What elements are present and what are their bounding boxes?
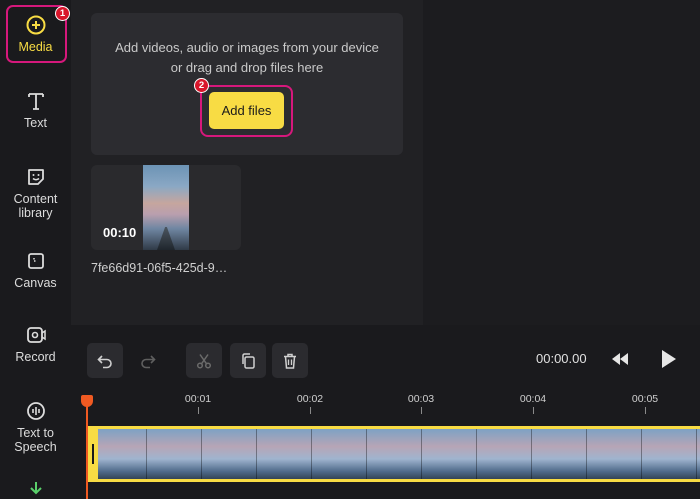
download-icon: [29, 482, 42, 495]
sidebar: Media 1 Text Content library Canvas Reco…: [0, 0, 71, 499]
ruler-tick-label: 00:04: [519, 393, 547, 405]
play-icon: [662, 350, 676, 368]
canvas-icon: [27, 253, 44, 269]
delete-button[interactable]: [272, 343, 308, 378]
playhead-handle[interactable]: [81, 395, 93, 407]
redo-icon: [141, 354, 156, 368]
cut-button[interactable]: [186, 343, 222, 378]
media-file-name: 7fe66d91-06f5-425d-9…: [91, 261, 228, 275]
sidebar-item-record[interactable]: Record: [0, 324, 71, 364]
sidebar-item-label: Content library: [13, 192, 58, 220]
sidebar-item-download[interactable]: [0, 480, 71, 498]
upload-line-1: Add videos, audio or images from your de…: [115, 40, 379, 55]
sidebar-item-text-to-speech[interactable]: Text to Speech: [0, 400, 71, 454]
sidebar-item-label: Media: [18, 40, 53, 54]
annotation-badge: 1: [55, 6, 70, 21]
sidebar-item-label: Text to Speech: [14, 426, 57, 454]
sidebar-item-text[interactable]: Text: [0, 90, 71, 130]
timeline-clip[interactable]: [88, 426, 700, 482]
annotation-badge: 2: [194, 78, 209, 93]
ruler-tick-label: 00:05: [631, 393, 659, 405]
timeline-ruler[interactable]: [71, 391, 700, 415]
record-icon: [26, 327, 46, 343]
undo-button[interactable]: [87, 343, 123, 378]
media-duration: 00:10: [103, 225, 137, 240]
rewind-icon: [612, 353, 628, 365]
trash-icon: [284, 353, 296, 369]
add-files-button[interactable]: Add files: [209, 92, 284, 129]
speech-icon: [26, 402, 45, 420]
copy-button[interactable]: [230, 343, 266, 378]
sidebar-item-label: Canvas: [14, 276, 57, 290]
ruler-tick-label: 00:02: [296, 393, 324, 405]
copy-icon: [242, 352, 255, 369]
ruler-tick: [421, 407, 422, 414]
ruler-tick: [533, 407, 534, 414]
playhead-line: [86, 405, 88, 499]
plus-circle-icon: [26, 15, 45, 35]
upload-line-2: or drag and drop files here: [170, 60, 324, 75]
sidebar-item-canvas[interactable]: Canvas: [0, 250, 71, 290]
preview-area: [423, 0, 700, 325]
ruler-tick: [310, 407, 311, 414]
ruler-tick: [198, 407, 199, 414]
sidebar-item-label: Text: [24, 116, 47, 130]
undo-icon: [97, 354, 112, 368]
ruler-tick-label: 00:01: [184, 393, 212, 405]
rewind-button[interactable]: [611, 349, 629, 374]
upload-instructions: Add videos, audio or images from your de…: [91, 38, 403, 78]
text-icon: [27, 93, 44, 110]
sidebar-item-content-library[interactable]: Content library: [0, 166, 71, 220]
play-button[interactable]: [660, 349, 678, 374]
ruler-tick-label: 00:03: [407, 393, 435, 405]
scissors-icon: [196, 353, 212, 369]
redo-button[interactable]: [130, 343, 166, 378]
sticker-icon: [27, 169, 44, 185]
sidebar-item-label: Record: [15, 350, 56, 364]
clip-trim-handle[interactable]: [88, 426, 98, 482]
ruler-tick: [645, 407, 646, 414]
playback-time: 00:00.00: [536, 351, 587, 366]
